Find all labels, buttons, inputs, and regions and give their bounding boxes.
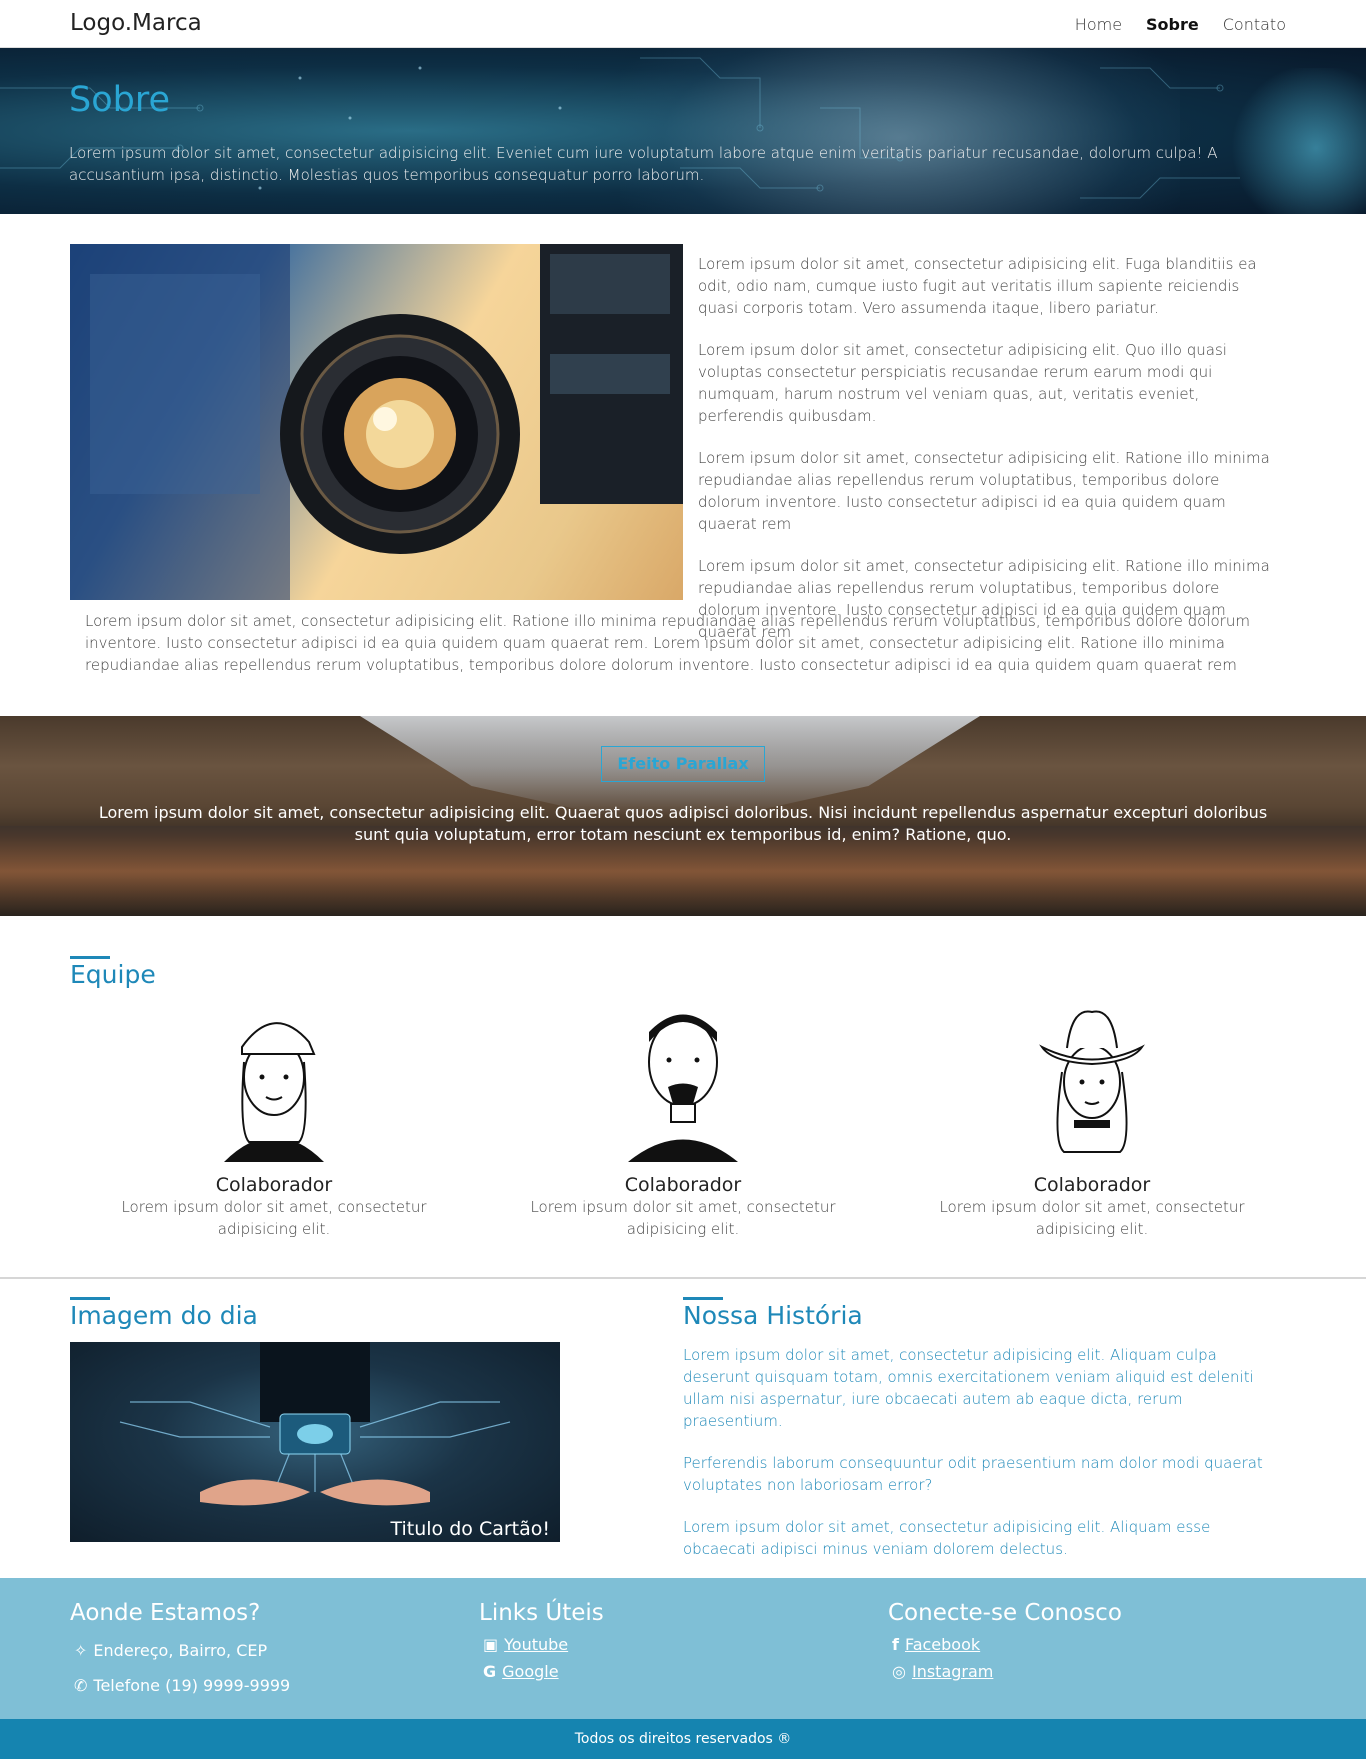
about-text: Lorem ipsum dolor sit amet, consectetur … — [698, 253, 1283, 663]
history-text: Lorem ipsum dolor sit amet, consectetur … — [683, 1344, 1283, 1580]
image-of-day-title-bar — [70, 1297, 110, 1300]
brain-chip-hands-image — [119, 1342, 511, 1506]
camera-lens-image — [70, 244, 683, 600]
image-of-day-card[interactable]: Titulo do Cartão! — [70, 1342, 560, 1542]
member-name: Colaborador — [215, 1174, 333, 1196]
navbar: Logo.Marca Home Sobre Contato — [0, 0, 1366, 48]
team-title-bar — [70, 956, 110, 959]
footer-facebook-link[interactable]: f Facebook — [892, 1635, 980, 1654]
nav-link-sobre[interactable]: Sobre — [1146, 15, 1199, 34]
member-desc: Lorem ipsum dolor sit amet, consectetur … — [530, 1198, 836, 1238]
nav-link-home[interactable]: Home — [1075, 15, 1122, 34]
about-paragraph: Lorem ipsum dolor sit amet, consectetur … — [698, 255, 1257, 317]
copyright-bar: Todos os direitos reservados ® — [0, 1719, 1366, 1759]
woman-cap-avatar-icon — [224, 1022, 324, 1162]
footer-social-title: Conecte-se Conosco — [888, 1600, 1122, 1626]
section-divider — [0, 1277, 1366, 1279]
parallax-text: Lorem ipsum dolor sit amet, consectetur … — [98, 803, 1268, 844]
hero-banner: Sobre Lorem ipsum dolor sit amet, consec… — [0, 48, 1366, 214]
footer-instagram-link[interactable]: ◎ Instagram — [892, 1662, 993, 1681]
member-name: Colaborador — [624, 1174, 742, 1196]
image-card-caption: Titulo do Cartão! — [390, 1518, 550, 1540]
team-member: Colaborador Lorem ipsum dolor sit amet, … — [523, 992, 843, 1240]
footer-location-title: Aonde Estamos? — [70, 1600, 261, 1626]
history-paragraph: Lorem ipsum dolor sit amet, consectetur … — [683, 1346, 1254, 1430]
about-full-paragraph: Lorem ipsum dolor sit amet, consectetur … — [85, 612, 1250, 674]
logo[interactable]: Logo.Marca — [70, 10, 202, 36]
team-member: Colaborador Lorem ipsum dolor sit amet, … — [932, 992, 1252, 1240]
history-paragraph: Lorem ipsum dolor sit amet, consectetur … — [683, 1518, 1211, 1558]
footer: Aonde Estamos? ✧ Endereço, Bairro, CEP ✆… — [0, 1578, 1366, 1719]
team-title: Equipe — [70, 960, 156, 989]
history-title-bar — [683, 1297, 723, 1300]
member-name: Colaborador — [1033, 1174, 1151, 1196]
team-member: Colaborador Lorem ipsum dolor sit amet, … — [114, 992, 434, 1240]
camera-lens-icon — [70, 244, 683, 600]
man-beard-avatar-icon — [628, 1014, 738, 1162]
phone-text: Telefone (19) 9999-9999 — [93, 1676, 291, 1695]
youtube-icon: ▣ — [483, 1635, 499, 1654]
facebook-icon: f — [892, 1635, 899, 1654]
footer-address: ✧ Endereço, Bairro, CEP — [74, 1641, 267, 1660]
nav-link-contato[interactable]: Contato — [1223, 15, 1286, 34]
phone-icon: ✆ — [74, 1676, 88, 1695]
instagram-link[interactable]: Instagram — [912, 1662, 993, 1681]
image-of-day-title: Imagem do dia — [70, 1301, 258, 1330]
footer-links-title: Links Úteis — [479, 1600, 604, 1626]
youtube-link[interactable]: Youtube — [504, 1635, 568, 1654]
facebook-link[interactable]: Facebook — [905, 1635, 980, 1654]
hero-text: Lorem ipsum dolor sit amet, consectetur … — [69, 144, 1218, 184]
member-desc: Lorem ipsum dolor sit amet, consectetur … — [121, 1198, 427, 1238]
google-icon: G — [483, 1662, 497, 1681]
hero-title: Sobre — [69, 80, 171, 120]
history-paragraph: Perferendis laborum consequuntur odit pr… — [683, 1454, 1263, 1494]
history-title: Nossa História — [683, 1301, 863, 1330]
instagram-icon: ◎ — [892, 1662, 906, 1681]
member-desc: Lorem ipsum dolor sit amet, consectetur … — [939, 1198, 1245, 1238]
footer-phone: ✆ Telefone (19) 9999-9999 — [74, 1676, 290, 1695]
woman-cowboy-hat-avatar-icon — [1039, 1010, 1145, 1153]
google-link[interactable]: Google — [502, 1662, 558, 1681]
pin-icon: ✧ — [74, 1641, 88, 1660]
parallax-section: Efeito Parallax Lorem ipsum dolor sit am… — [0, 716, 1366, 916]
circuit-background-image — [0, 57, 1240, 199]
nav-links: Home Sobre Contato — [1075, 15, 1286, 34]
parallax-button[interactable]: Efeito Parallax — [601, 746, 765, 782]
address-text: Endereço, Bairro, CEP — [93, 1641, 268, 1660]
footer-youtube-link[interactable]: ▣ Youtube — [483, 1635, 568, 1654]
footer-google-link[interactable]: G Google — [483, 1662, 559, 1681]
about-paragraph: Lorem ipsum dolor sit amet, consectetur … — [698, 341, 1227, 425]
about-paragraph: Lorem ipsum dolor sit amet, consectetur … — [698, 449, 1270, 533]
